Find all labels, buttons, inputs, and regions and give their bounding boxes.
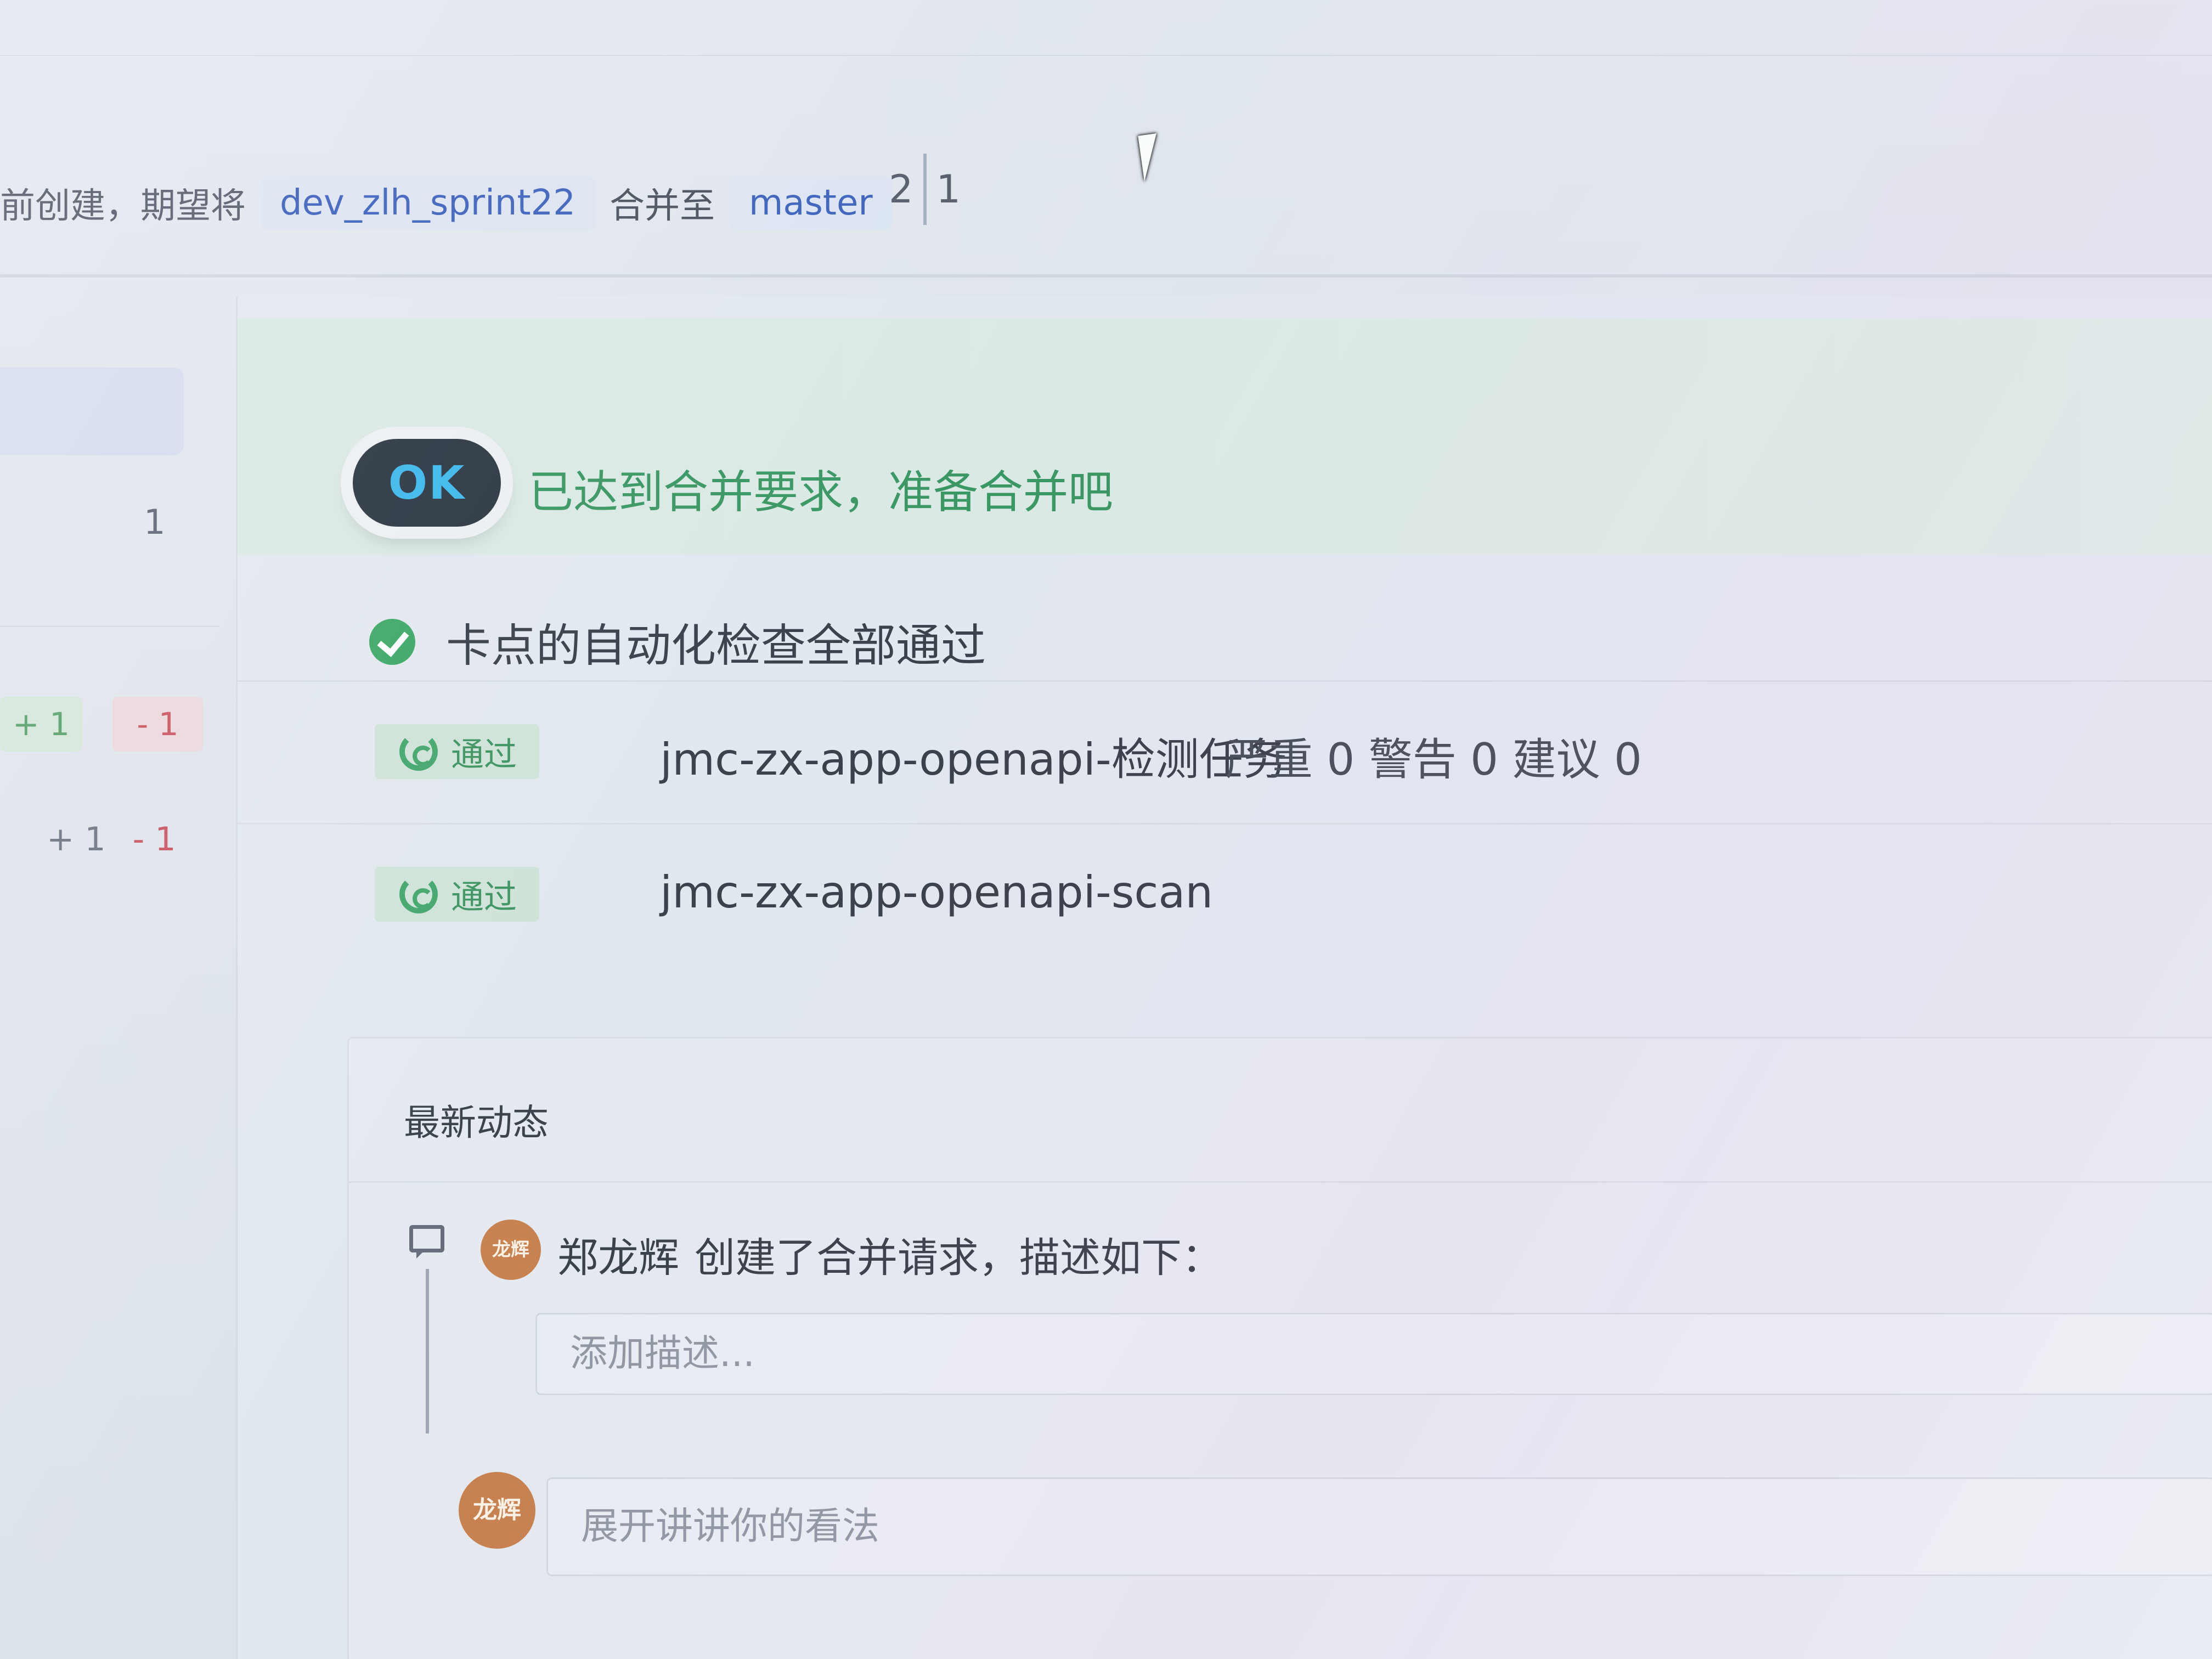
- sidebar-divider: [0, 625, 219, 627]
- pass-status-icon: [399, 875, 438, 913]
- reply-input[interactable]: 展开讲讲你的看法: [546, 1477, 2212, 1576]
- comment-icon: [409, 1225, 444, 1259]
- checks-summary-text: 卡点的自动化检查全部通过: [446, 620, 986, 672]
- check-task-name[interactable]: jmc-zx-app-openapi-检测任务: [660, 724, 1287, 788]
- avatar[interactable]: 龙辉: [481, 1220, 541, 1280]
- ok-badge-text: OK: [388, 456, 466, 510]
- activity-entry: 郑龙辉 创建了合并请求，描述如下：: [557, 1225, 1222, 1284]
- check-task-stats: 严重 0 警告 0 建议 0: [1225, 734, 1642, 785]
- check-circle-icon: [369, 619, 415, 665]
- activity-user-name[interactable]: 郑龙辉: [557, 1234, 679, 1282]
- merge-main-panel: OK 已达到合并要求，准备合并吧 卡点的自动化检查全部通过 通过 jmc-zx-…: [236, 296, 2212, 1659]
- description-field[interactable]: 添加描述...: [535, 1313, 2212, 1395]
- activity-action-text: 创建了合并请求，描述如下：: [695, 1234, 1222, 1282]
- merge-ready-title: 已达到合并要求，准备合并吧: [528, 466, 1114, 518]
- check-task-name[interactable]: jmc-zx-app-openapi-scan: [660, 867, 1213, 918]
- branch-prefix-text: 前创建，期望将: [0, 186, 246, 227]
- activity-section: 最新动态 龙辉 郑龙辉 创建了合并请求，描述如下： 添加描述... 龙辉 展开讲讲…: [347, 1037, 2212, 1659]
- branch-info-row: 前创建，期望将 dev_zlh_sprint22 合并至 master: [0, 165, 893, 241]
- counter-right: 1: [936, 167, 961, 212]
- diff-additions-badge: + 1: [0, 697, 82, 752]
- timeline-line: [426, 1269, 429, 1434]
- pass-status-label: 通过: [451, 735, 517, 774]
- merge-request-page: 前创建，期望将 dev_zlh_sprint22 合并至 master 2 1 …: [0, 0, 2212, 1659]
- active-sidebar-tab[interactable]: [0, 368, 184, 455]
- ok-badge-icon: OK: [353, 439, 501, 527]
- left-sidebar: 1 + 1 - 1 + 1 - 1: [0, 296, 230, 1657]
- merge-ready-banner: OK 已达到合并要求，准备合并吧: [238, 318, 2212, 554]
- diff-summary-del: - 1: [132, 820, 176, 859]
- activity-divider: [349, 1181, 2212, 1183]
- target-branch-link[interactable]: master: [729, 176, 893, 230]
- top-header: [0, 0, 2212, 56]
- check-task-row[interactable]: 通过 jmc-zx-app-openapi-scan: [238, 823, 2212, 966]
- mouse-cursor-icon: [1138, 133, 1163, 182]
- activity-title: 最新动态: [404, 1102, 549, 1144]
- diff-deletions-badge: - 1: [112, 697, 203, 752]
- pass-status-label: 通过: [451, 878, 517, 917]
- pass-status-tag: 通过: [375, 867, 539, 922]
- header-divider: [0, 274, 2212, 278]
- sidebar-count: 1: [144, 502, 166, 542]
- pass-status-icon: [399, 732, 438, 771]
- counter-left: 2: [889, 167, 913, 212]
- diff-summary: + 1 - 1: [47, 820, 176, 859]
- source-branch-link[interactable]: dev_zlh_sprint22: [260, 176, 595, 230]
- counter-separator: [923, 154, 927, 225]
- pass-status-tag: 通过: [375, 724, 539, 779]
- merge-to-label: 合并至: [609, 186, 715, 227]
- checks-summary-row: 卡点的自动化检查全部通过: [238, 554, 2212, 682]
- avatar: 龙辉: [459, 1472, 535, 1549]
- diff-summary-add: + 1: [47, 820, 106, 859]
- check-task-row[interactable]: 通过 jmc-zx-app-openapi-检测任务 严重 0 警告 0 建议 …: [238, 680, 2212, 825]
- commit-counter: 2 1: [889, 154, 961, 225]
